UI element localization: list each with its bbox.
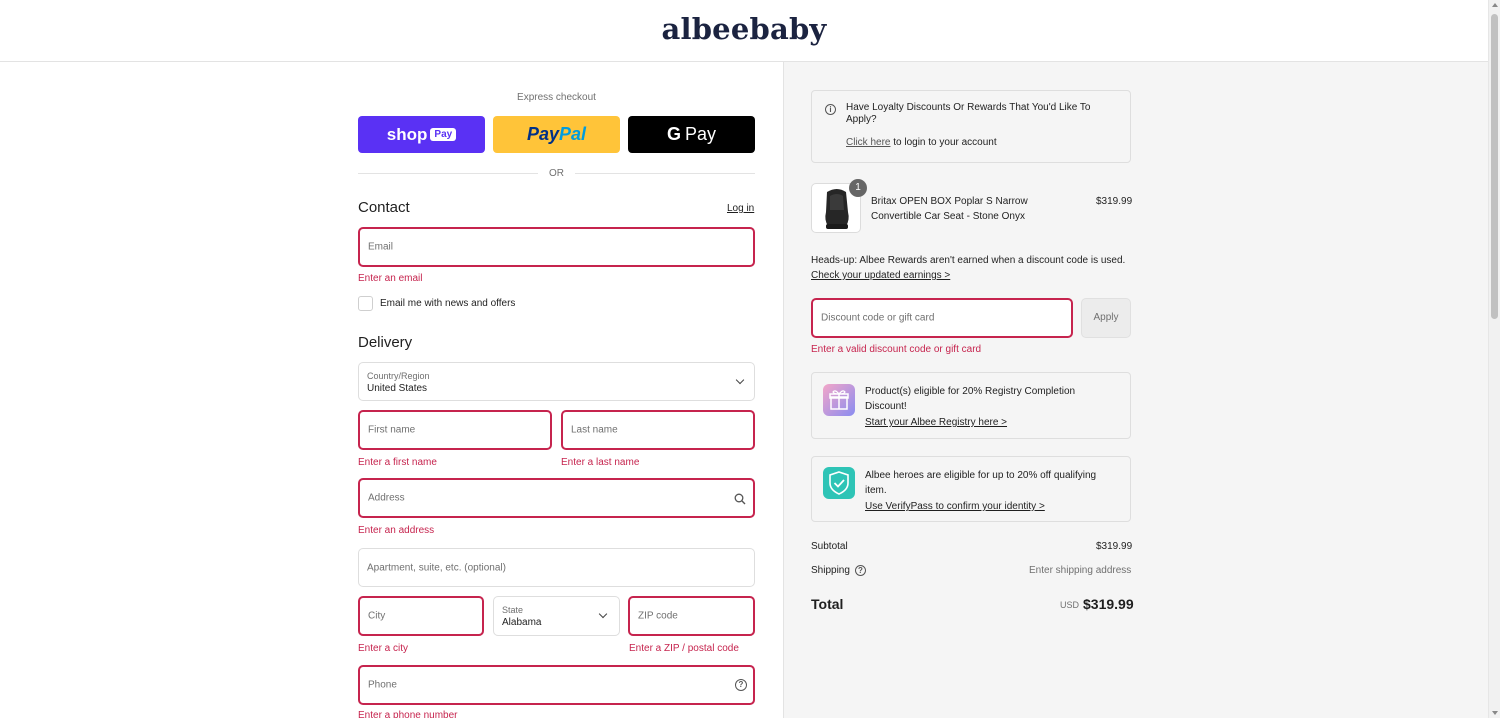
total-label: Total	[811, 596, 844, 612]
paypal-button[interactable]: Pay Pal	[493, 116, 620, 153]
email-placeholder: Email	[368, 241, 394, 253]
address-field[interactable]: Address	[358, 478, 755, 518]
paypal-logo-part2: Pal	[559, 124, 587, 144]
email-field[interactable]: Email	[358, 227, 755, 267]
or-divider-right	[575, 173, 755, 174]
page-scrollbar[interactable]	[1488, 0, 1500, 718]
brand-logo[interactable]: albeebaby	[0, 12, 1488, 46]
newsletter-label: Email me with news and offers	[380, 298, 516, 309]
contact-heading: Contact	[358, 199, 410, 216]
discount-error: Enter a valid discount code or gift card	[811, 344, 982, 355]
google-pay-button[interactable]: G Pay	[628, 116, 755, 153]
apartment-placeholder: Apartment, suite, etc. (optional)	[367, 562, 506, 573]
last-name-error: Enter a last name	[561, 457, 640, 468]
email-error: Enter an email	[358, 273, 423, 284]
loyalty-card: i Have Loyalty Discounts Or Rewards That…	[811, 90, 1131, 163]
registry-card: Product(s) eligible for 20% Registry Com…	[811, 372, 1131, 439]
login-link[interactable]: Log in	[727, 203, 754, 214]
subtotal-value: $319.99	[1096, 541, 1133, 552]
state-label: State	[502, 605, 524, 615]
scroll-down-icon[interactable]	[1492, 711, 1498, 715]
country-select[interactable]: Country/Region United States	[358, 362, 755, 401]
chevron-down-icon	[598, 609, 608, 619]
rewards-notice: Heads-up: Albee Rewards aren't earned wh…	[811, 255, 1126, 266]
state-value: Alabama	[502, 617, 542, 628]
product-price: $319.99	[1096, 196, 1133, 207]
subtotal-label: Subtotal	[811, 541, 848, 552]
google-pay-text: Pay	[684, 124, 717, 144]
discount-code-input[interactable]: Discount code or gift card	[811, 298, 1073, 338]
total-value: $319.99	[1083, 596, 1134, 612]
loyalty-link-suffix: to login to your account	[893, 137, 997, 148]
apply-discount-button[interactable]: Apply	[1081, 298, 1131, 338]
address-placeholder: Address	[368, 492, 405, 504]
phone-field[interactable]: Phone ?	[358, 665, 755, 705]
scroll-up-icon[interactable]	[1492, 3, 1498, 7]
phone-error: Enter a phone number	[358, 710, 458, 718]
discount-placeholder: Discount code or gift card	[821, 312, 935, 324]
loyalty-title: Have Loyalty Discounts Or Rewards That Y…	[846, 102, 1091, 125]
country-value: United States	[367, 383, 428, 394]
search-icon[interactable]	[734, 493, 746, 505]
delivery-heading: Delivery	[358, 334, 413, 351]
verifypass-link[interactable]: Use VerifyPass to confirm your identity …	[865, 499, 1045, 514]
help-circle-icon[interactable]: ?	[855, 565, 866, 576]
verifypass-card: Albee heroes are eligible for up to 20% …	[811, 456, 1131, 522]
shop-pay-text: shop	[386, 124, 428, 144]
state-select[interactable]: State Alabama	[493, 596, 620, 636]
product-name: Britax OPEN BOX Poplar S Narrow Converti…	[871, 196, 1028, 222]
verifypass-text: Albee heroes are eligible for up to 20% …	[865, 470, 1097, 496]
express-checkout-label: Express checkout	[517, 92, 596, 103]
country-label: Country/Region	[367, 371, 430, 381]
first-name-error: Enter a first name	[358, 457, 437, 468]
or-divider-left	[358, 173, 538, 174]
registry-text: Product(s) eligible for 20% Registry Com…	[865, 386, 1076, 412]
last-name-placeholder: Last name	[571, 424, 618, 436]
first-name-placeholder: First name	[368, 424, 416, 436]
paypal-logo-part1: Pay	[526, 124, 559, 144]
address-error: Enter an address	[358, 525, 435, 536]
rewards-earnings-link[interactable]: Check your updated earnings >	[811, 268, 950, 283]
shop-pay-button[interactable]: shop Pay	[358, 116, 485, 153]
chevron-down-icon	[735, 375, 745, 385]
total-currency: USD	[1060, 600, 1080, 610]
info-icon: i	[825, 104, 836, 115]
header: albeebaby	[0, 0, 1488, 62]
last-name-field[interactable]: Last name	[561, 410, 755, 450]
city-placeholder: City	[368, 610, 386, 622]
loyalty-link-row: Click here to login to your account	[846, 135, 997, 150]
shield-check-icon	[823, 467, 855, 499]
apartment-field[interactable]: Apartment, suite, etc. (optional)	[358, 548, 755, 587]
gift-icon	[823, 384, 855, 416]
zip-placeholder: ZIP code	[638, 610, 678, 622]
zip-field[interactable]: ZIP code	[628, 596, 755, 636]
first-name-field[interactable]: First name	[358, 410, 552, 450]
or-divider-text: OR	[549, 168, 564, 179]
scroll-thumb[interactable]	[1491, 14, 1498, 319]
phone-placeholder: Phone	[368, 679, 397, 691]
loyalty-login-link[interactable]: Click here	[846, 137, 890, 148]
shop-pay-chip: Pay	[430, 128, 457, 141]
quantity-badge: 1	[849, 179, 867, 197]
shipping-value: Enter shipping address	[1029, 565, 1132, 576]
help-circle-icon[interactable]: ?	[735, 679, 747, 691]
city-field[interactable]: City	[358, 596, 484, 636]
registry-link[interactable]: Start your Albee Registry here >	[865, 415, 1007, 430]
newsletter-checkbox[interactable]	[358, 296, 373, 311]
city-error: Enter a city	[358, 643, 409, 654]
shipping-label: Shipping	[811, 565, 850, 576]
google-g-icon: G	[666, 124, 681, 144]
zip-error: Enter a ZIP / postal code	[629, 643, 739, 654]
